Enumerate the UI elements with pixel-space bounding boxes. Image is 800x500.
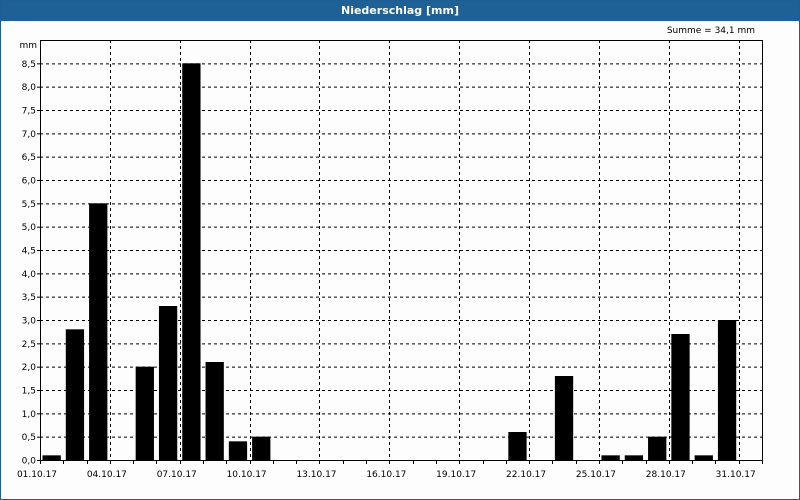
y-tick-label: 0,0: [22, 457, 37, 467]
x-tick-label: 19.10.17: [436, 470, 476, 480]
y-axis-label: mm: [19, 41, 37, 51]
bar-03.10: [89, 203, 108, 461]
y-tick-label: 6,5: [22, 153, 36, 163]
y-tick-label: 5,5: [22, 200, 36, 210]
bar-27.10: [648, 436, 667, 460]
x-tick-label: 10.10.17: [227, 470, 267, 480]
bar-07.10: [182, 63, 201, 460]
bar-06.10: [158, 306, 178, 460]
bar-08.10: [205, 362, 224, 460]
bar-23.10: [554, 376, 574, 460]
y-tick-label: 6,0: [22, 177, 37, 187]
y-tick-label: 4,0: [22, 270, 37, 280]
bar-30.10: [717, 320, 737, 460]
precipitation-chart: 0,0 0,5 1,0 1,5 2,0 2,5 3,0 3,5 4,0 4,5 5,0 5,5 6,0 6…: [17, 40, 763, 480]
y-tick-label: 1,5: [22, 387, 36, 397]
x-tick-label: 28.10.17: [646, 470, 686, 480]
x-tick-label: 13.10.17: [296, 470, 336, 480]
bar-10.10: [252, 436, 271, 460]
y-tick-label: 3,0: [22, 317, 37, 327]
bar-01.10: [42, 455, 61, 460]
bar-25.10: [601, 455, 620, 460]
bar-02.10: [65, 329, 85, 460]
x-tick-label: 25.10.17: [576, 470, 616, 480]
y-tick-label: 7,5: [22, 107, 36, 117]
x-tick-label: 22.10.17: [506, 470, 546, 480]
bar-09.10: [228, 441, 248, 460]
y-tick-label: 4,5: [22, 247, 36, 257]
bar-26.10: [624, 455, 644, 460]
y-tick-label: 0,5: [22, 433, 36, 443]
y-tick-label: 7,0: [22, 130, 37, 140]
bar-28.10: [671, 334, 690, 460]
x-tick-label: 01.10.17: [17, 470, 57, 480]
bar-21.10: [508, 432, 527, 460]
y-tick-label: 5,0: [22, 223, 37, 233]
x-tick-label: 04.10.17: [87, 470, 127, 480]
y-tick-label: 1,0: [22, 410, 37, 420]
x-tick-label: 16.10.17: [366, 470, 406, 480]
y-tick-label: 2,0: [22, 363, 37, 373]
bar-29.10: [694, 455, 713, 460]
y-tick-label: 2,5: [22, 340, 36, 350]
bar-05.10: [135, 366, 154, 460]
x-tick-label: 31.10.17: [716, 470, 756, 480]
x-tick-label: 07.10.17: [157, 470, 197, 480]
y-tick-label: 3,5: [22, 293, 36, 303]
y-tick-label: 8,5: [22, 60, 36, 70]
y-tick-label: 8,0: [22, 83, 37, 93]
